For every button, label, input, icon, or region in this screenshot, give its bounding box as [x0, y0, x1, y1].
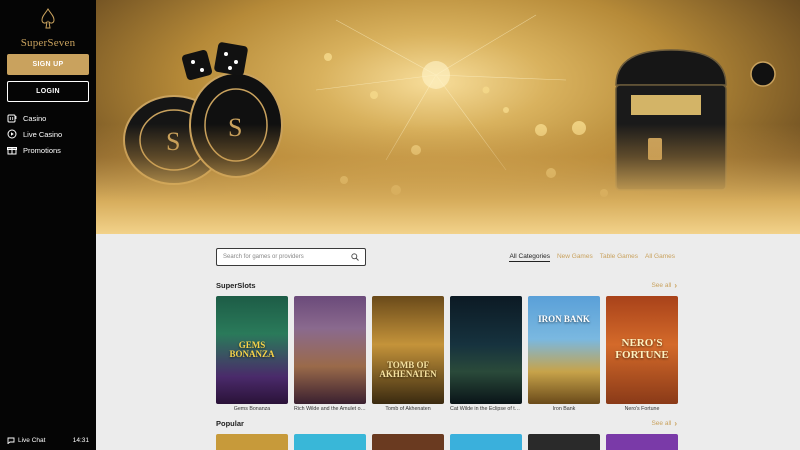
section-title-popular: Popular: [216, 419, 244, 428]
game-title: Tomb of Akhenaten: [385, 406, 431, 412]
signup-button[interactable]: SIGN UP: [7, 54, 89, 75]
chat-icon: [7, 437, 15, 444]
game-title: Nero's Fortune: [624, 406, 660, 412]
game-art-title: GEMS BONANZA: [229, 339, 275, 359]
game-card[interactable]: GEMS BONANZA Gems Bonanza: [216, 296, 288, 412]
game-card[interactable]: IRON BANK Iron Bank: [528, 296, 600, 412]
see-all-superslots-link[interactable]: See all ›: [651, 281, 677, 290]
slot-machine-icon: [7, 113, 17, 123]
tab-all-categories[interactable]: All Categories: [509, 253, 550, 262]
game-thumbnail[interactable]: [216, 434, 288, 450]
game-thumbnail[interactable]: [450, 434, 522, 450]
nav-item-promotions[interactable]: Promotions: [7, 143, 61, 157]
game-thumbnail[interactable]: NERO'S FORTUNE: [606, 296, 678, 404]
nav-item-casino[interactable]: Casino: [7, 111, 46, 125]
game-thumbnail[interactable]: [450, 296, 522, 404]
dice-icon: [181, 42, 248, 81]
superslots-game-row: GEMS BONANZA Gems Bonanza Rich Wilde and…: [216, 296, 684, 412]
game-card[interactable]: Rich Wilde and the Amulet of ...: [294, 296, 366, 412]
tab-new-games[interactable]: New Games: [557, 253, 593, 262]
search-input[interactable]: Search for games or providers: [216, 248, 366, 266]
game-title: Gems Bonanza: [233, 406, 271, 412]
game-card[interactable]: Cat Wilde in the Eclipse of th...: [450, 296, 522, 412]
game-thumbnail[interactable]: [606, 434, 678, 450]
game-thumbnail[interactable]: TOMB OF AKHENATEN: [372, 296, 444, 404]
game-thumbnail[interactable]: GEMS BONANZA: [216, 296, 288, 404]
see-all-popular-link[interactable]: See all ›: [651, 419, 677, 428]
nav-item-live-casino[interactable]: Live Casino: [7, 127, 62, 141]
spade-logo-icon: [41, 8, 55, 29]
clock: 14:31: [72, 436, 89, 444]
tab-all-games[interactable]: All Games: [645, 253, 675, 262]
section-title-superslots: SuperSlots: [216, 281, 256, 290]
game-thumbnail[interactable]: IRON BANK: [528, 296, 600, 404]
sidebar-footer: Live Chat 14:31: [7, 435, 89, 445]
game-art-title: IRON BANK: [538, 314, 590, 325]
game-thumbnail[interactable]: [528, 434, 600, 450]
game-title: Rich Wilde and the Amulet of ...: [294, 406, 366, 412]
gift-icon: [7, 145, 17, 155]
tab-table-games[interactable]: Table Games: [600, 253, 638, 262]
game-title: Cat Wilde in the Eclipse of th...: [450, 406, 522, 412]
play-circle-icon: [7, 129, 17, 139]
main-content: Search for games or providers All Catego…: [96, 234, 800, 450]
game-thumbnail[interactable]: [372, 434, 444, 450]
flame-overlay: [96, 124, 800, 234]
nav-label: Live Casino: [23, 129, 63, 139]
hero-banner[interactable]: S S: [96, 0, 800, 234]
game-thumbnail[interactable]: [294, 434, 366, 450]
game-art-title: TOMB OF AKHENATEN: [379, 359, 437, 379]
game-title: Iron Bank: [552, 406, 576, 412]
chevron-right-icon: ›: [674, 419, 677, 428]
chevron-right-icon: ›: [674, 281, 677, 290]
live-chat-label: Live Chat: [18, 436, 46, 444]
brand-name: SuperSeven: [20, 37, 76, 49]
logo[interactable]: SuperSeven: [0, 8, 96, 49]
game-thumbnail[interactable]: [294, 296, 366, 404]
category-tabs: All Categories New Games Table Games All…: [502, 253, 675, 262]
sidebar: SuperSeven SIGN UP LOGIN Casino Live Cas…: [0, 0, 96, 450]
see-all-label: See all: [651, 420, 672, 427]
search-icon[interactable]: [351, 253, 359, 261]
search-placeholder: Search for games or providers: [223, 254, 304, 260]
game-card[interactable]: TOMB OF AKHENATEN Tomb of Akhenaten: [372, 296, 444, 412]
game-card[interactable]: NERO'S FORTUNE Nero's Fortune: [606, 296, 678, 412]
game-art-title: NERO'S FORTUNE: [615, 337, 669, 361]
popular-game-row: [216, 434, 684, 450]
nav-label: Casino: [23, 113, 47, 123]
see-all-label: See all: [651, 282, 672, 289]
login-button[interactable]: LOGIN: [7, 81, 89, 102]
nav-label: Promotions: [23, 145, 61, 155]
live-chat-button[interactable]: Live Chat: [7, 437, 45, 444]
